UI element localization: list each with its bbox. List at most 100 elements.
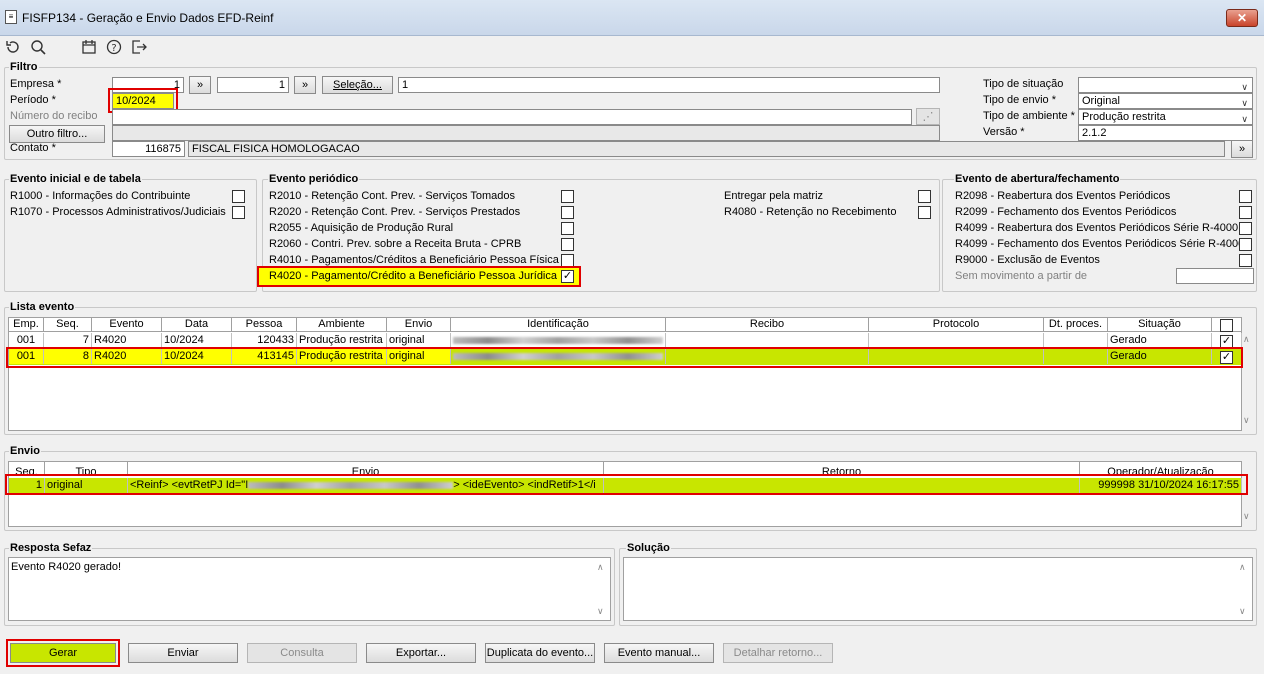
selecao-field[interactable]: 1: [398, 77, 940, 93]
scroll-down-icon[interactable]: ∨: [1243, 511, 1250, 522]
col-data[interactable]: Data: [162, 318, 232, 332]
scroll-up-icon[interactable]: ∧: [1239, 562, 1246, 573]
col-recibo[interactable]: Recibo: [666, 318, 869, 332]
sem-movimento-label: Sem movimento a partir de: [955, 270, 1088, 282]
col-pessoa[interactable]: Pessoa: [232, 318, 297, 332]
scroll-down-icon[interactable]: ∨: [597, 606, 604, 617]
selecao-button[interactable]: Seleção...: [322, 76, 393, 94]
r2020-label: R2020 - Retenção Cont. Prev. - Serviços …: [269, 206, 521, 218]
r2098-checkbox[interactable]: [1239, 190, 1252, 203]
envio-title: Envio: [9, 445, 41, 457]
periodo-label: Período *: [10, 94, 56, 106]
refresh-icon[interactable]: [5, 39, 21, 55]
cell-envio: original: [387, 333, 451, 348]
scroll-down-icon[interactable]: ∨: [1239, 606, 1246, 617]
r2010-checkbox[interactable]: [561, 190, 574, 203]
tipo-envio-select[interactable]: Original ∨: [1078, 93, 1253, 109]
help-icon[interactable]: ?: [106, 39, 122, 55]
r1070-checkbox[interactable]: [232, 206, 245, 219]
r4099-reabertura-label: R4099 - Reabertura dos Eventos Periódico…: [955, 222, 1239, 234]
window-title: FISFP134 - Geração e Envio Dados EFD-Rei…: [22, 11, 274, 25]
cell-recibo: [666, 333, 869, 348]
consulta-button[interactable]: Consulta: [247, 643, 357, 663]
outro-filtro-button[interactable]: Outro filtro...: [9, 125, 105, 143]
cell-emp: 001: [9, 333, 44, 348]
r2098-label: R2098 - Reabertura dos Eventos Periódico…: [955, 190, 1171, 202]
scroll-down-icon[interactable]: ∨: [1243, 415, 1250, 426]
entregar-matriz-checkbox[interactable]: [918, 190, 931, 203]
enviar-button[interactable]: Enviar: [128, 643, 238, 663]
periodo-field[interactable]: 10/2024: [112, 93, 174, 109]
r2099-checkbox[interactable]: [1239, 206, 1252, 219]
detalhar-retorno-button[interactable]: Detalhar retorno...: [723, 643, 833, 663]
col-envio[interactable]: Envio: [387, 318, 451, 332]
versao-field[interactable]: 2.1.2: [1078, 125, 1253, 141]
contato-lookup-button[interactable]: »: [1231, 140, 1253, 158]
r1000-checkbox[interactable]: [232, 190, 245, 203]
empresa-lookup-button[interactable]: »: [189, 76, 211, 94]
close-button[interactable]: ✕: [1226, 9, 1258, 27]
filtro-title: Filtro: [9, 61, 39, 73]
r2020-checkbox[interactable]: [561, 206, 574, 219]
exit-icon[interactable]: [131, 39, 147, 55]
col-protocolo[interactable]: Protocolo: [869, 318, 1044, 332]
scroll-up-icon[interactable]: ∧: [1243, 334, 1250, 345]
svg-text:?: ?: [111, 43, 116, 54]
row-highlight-outline: [6, 347, 1243, 368]
chevron-down-icon: ∨: [1241, 82, 1248, 92]
recibo-label: Número do recibo: [10, 110, 98, 122]
scroll-up-icon[interactable]: ∧: [597, 562, 604, 573]
cell-pessoa: 120433: [232, 333, 297, 348]
contato-label: Contato *: [10, 142, 56, 154]
cell-seq: 7: [44, 333, 92, 348]
col-dt-proces[interactable]: Dt. proces.: [1044, 318, 1108, 332]
r4010-label: R4010 - Pagamentos/Créditos a Beneficiár…: [269, 254, 559, 266]
cell-select[interactable]: ✓: [1212, 333, 1242, 348]
empresa-final-lookup-button[interactable]: »: [294, 76, 316, 94]
search-icon[interactable]: [30, 39, 46, 55]
outro-filtro-field: [112, 125, 940, 141]
col-situacao[interactable]: Situação: [1108, 318, 1212, 332]
r4099-reabertura-checkbox[interactable]: [1239, 222, 1252, 235]
tipo-ambiente-select[interactable]: Produção restrita ∨: [1078, 109, 1253, 125]
col-ambiente[interactable]: Ambiente: [297, 318, 387, 332]
r4020-label: R4020 - Pagamento/Crédito a Beneficiário…: [269, 270, 557, 282]
select-all-checkbox[interactable]: [1220, 319, 1233, 332]
r9000-checkbox[interactable]: [1239, 254, 1252, 267]
exportar-button[interactable]: Exportar...: [366, 643, 476, 663]
duplicata-button[interactable]: Duplicata do evento...: [485, 643, 595, 663]
envio-row-outline: [5, 474, 1248, 495]
cell-dt-proces: [1044, 333, 1108, 348]
r4080-checkbox[interactable]: [918, 206, 931, 219]
evento-manual-button[interactable]: Evento manual...: [604, 643, 714, 663]
tipo-situacao-select[interactable]: ∨: [1078, 77, 1253, 93]
contato-name-field: FISCAL FISICA HOMOLOGACAO: [188, 141, 1225, 157]
r4020-checkbox[interactable]: ✓: [561, 270, 574, 283]
r9000-label: R9000 - Exclusão de Eventos: [955, 254, 1100, 266]
col-evento[interactable]: Evento: [92, 318, 162, 332]
lista-evento-grid[interactable]: Emp. Seq. Evento Data Pessoa Ambiente En…: [8, 317, 1242, 431]
solucao-textarea[interactable]: ∧ ∨: [623, 557, 1253, 621]
col-identificacao[interactable]: Identificação: [451, 318, 666, 332]
redacted-identificacao: [453, 337, 663, 344]
r4099-fechamento-checkbox[interactable]: [1239, 238, 1252, 251]
contato-field[interactable]: 116875: [112, 141, 185, 157]
r2055-checkbox[interactable]: [561, 222, 574, 235]
col-select-all[interactable]: [1212, 318, 1242, 332]
empresa-final-field[interactable]: 1: [217, 77, 289, 93]
col-seq[interactable]: Seq.: [44, 318, 92, 332]
r2099-label: R2099 - Fechamento dos Eventos Periódico…: [955, 206, 1177, 218]
r2060-checkbox[interactable]: [561, 238, 574, 251]
resposta-textarea[interactable]: Evento R4020 gerado! ∧ ∨: [8, 557, 611, 621]
sem-movimento-field[interactable]: [1176, 268, 1254, 284]
recibo-lookup-button[interactable]: ⋰: [916, 108, 940, 125]
cell-ambiente: Produção restrita: [297, 333, 387, 348]
calendar-icon[interactable]: [81, 39, 97, 55]
gerar-button[interactable]: Gerar: [10, 643, 116, 663]
col-emp[interactable]: Emp.: [9, 318, 44, 332]
recibo-lookup-icon: ⋰: [922, 111, 934, 123]
cell-identificacao: [451, 333, 666, 348]
recibo-field[interactable]: [112, 109, 912, 125]
evento-abertura-title: Evento de abertura/fechamento: [954, 173, 1121, 185]
entregar-matriz-label: Entregar pela matriz: [724, 190, 824, 202]
